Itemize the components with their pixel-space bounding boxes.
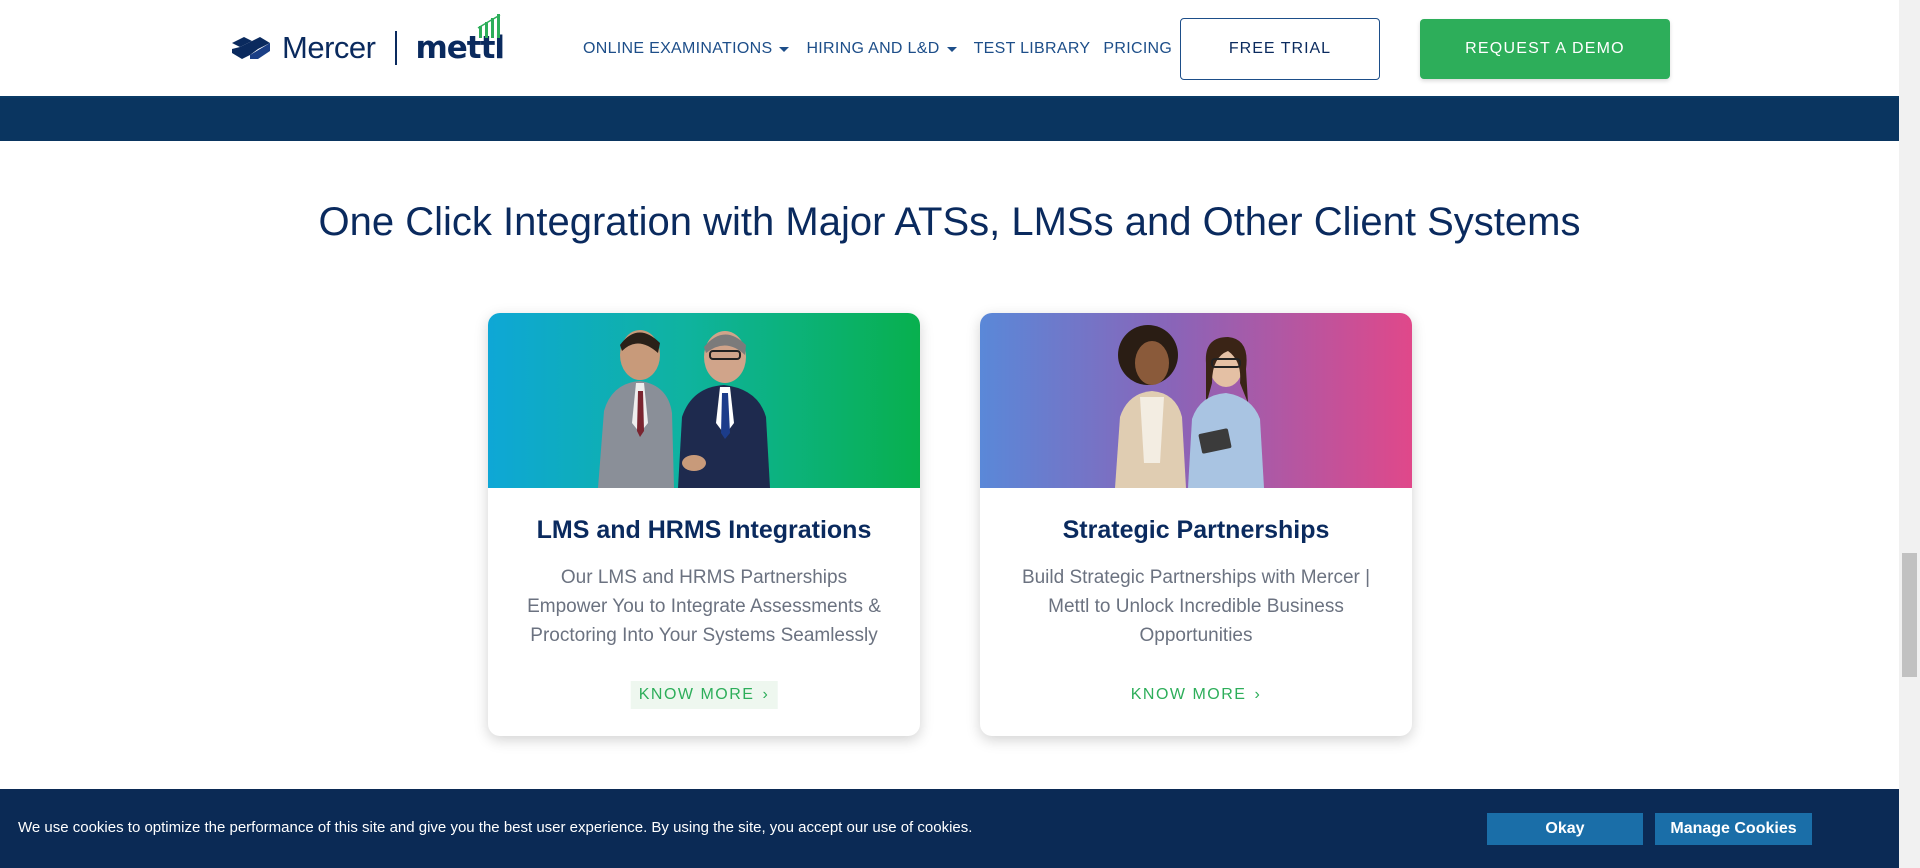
chevron-right-icon: › xyxy=(762,686,770,703)
nav-label: HIRING AND L&D xyxy=(806,40,940,57)
mettl-bars-icon xyxy=(477,14,501,38)
nav-label: PRICING xyxy=(1103,40,1173,57)
know-more-link[interactable]: KNOW MORE › xyxy=(630,681,778,709)
nav-test-library[interactable]: TEST LIBRARY xyxy=(974,40,1091,58)
nav-label: ONLINE EXAMINATIONS xyxy=(583,40,773,57)
section-title: One Click Integration with Major ATSs, L… xyxy=(318,200,1581,244)
nav-label: TEST LIBRARY xyxy=(973,40,1091,57)
caret-down-icon xyxy=(946,46,957,52)
free-trial-button[interactable]: FREE TRIAL xyxy=(1180,18,1380,80)
card-title: LMS and HRMS Integrations xyxy=(536,516,872,544)
nav-hiring-and-ld[interactable]: HIRING AND L&D xyxy=(806,40,957,58)
cookie-okay-button[interactable]: Okay xyxy=(1487,813,1643,845)
card-description: Build Strategic Partnerships with Mercer… xyxy=(1021,567,1371,646)
brand-logo[interactable]: Mercer mettl xyxy=(230,14,505,78)
nav-pricing[interactable]: PRICING xyxy=(1103,40,1172,58)
card-image xyxy=(980,313,1412,488)
scrollbar-thumb[interactable] xyxy=(1902,553,1917,677)
main-nav: ONLINE EXAMINATIONS HIRING AND L&D TEST … xyxy=(583,38,1172,60)
logo-divider xyxy=(395,31,398,65)
nav-online-examinations[interactable]: ONLINE EXAMINATIONS xyxy=(583,40,790,58)
site-header: Mercer mettl ONLINE EXAMINATIONS HIRING … xyxy=(0,0,1899,98)
request-demo-button[interactable]: REQUEST A DEMO xyxy=(1420,19,1670,79)
integration-card-lms: LMS and HRMS Integrations Our LMS and HR… xyxy=(488,313,920,736)
chevron-right-icon: › xyxy=(1254,686,1262,703)
know-more-label: KNOW MORE xyxy=(1130,686,1247,703)
integration-card-partnerships: Strategic Partnerships Build Strategic P… xyxy=(980,313,1412,736)
card-description: Our LMS and HRMS Partnerships Empower Yo… xyxy=(527,567,881,646)
manage-cookies-button[interactable]: Manage Cookies xyxy=(1655,813,1812,845)
know-more-label: KNOW MORE xyxy=(638,686,755,703)
hero-band xyxy=(0,98,1899,141)
know-more-link[interactable]: KNOW MORE › xyxy=(1123,681,1270,709)
business-men-photo-icon xyxy=(598,330,770,488)
business-women-photo-icon xyxy=(1115,325,1264,488)
card-image xyxy=(488,313,920,488)
brand-mettl: mettl xyxy=(415,14,505,66)
brand-mercer: Mercer xyxy=(282,30,376,65)
page-scrollbar[interactable] xyxy=(1899,0,1920,868)
mercer-logo-icon xyxy=(232,37,270,59)
card-title: Strategic Partnerships xyxy=(1062,516,1330,544)
caret-down-icon xyxy=(779,46,790,52)
cookie-banner: We use cookies to optimize the performan… xyxy=(0,789,1899,868)
cookie-message: We use cookies to optimize the performan… xyxy=(18,819,973,836)
